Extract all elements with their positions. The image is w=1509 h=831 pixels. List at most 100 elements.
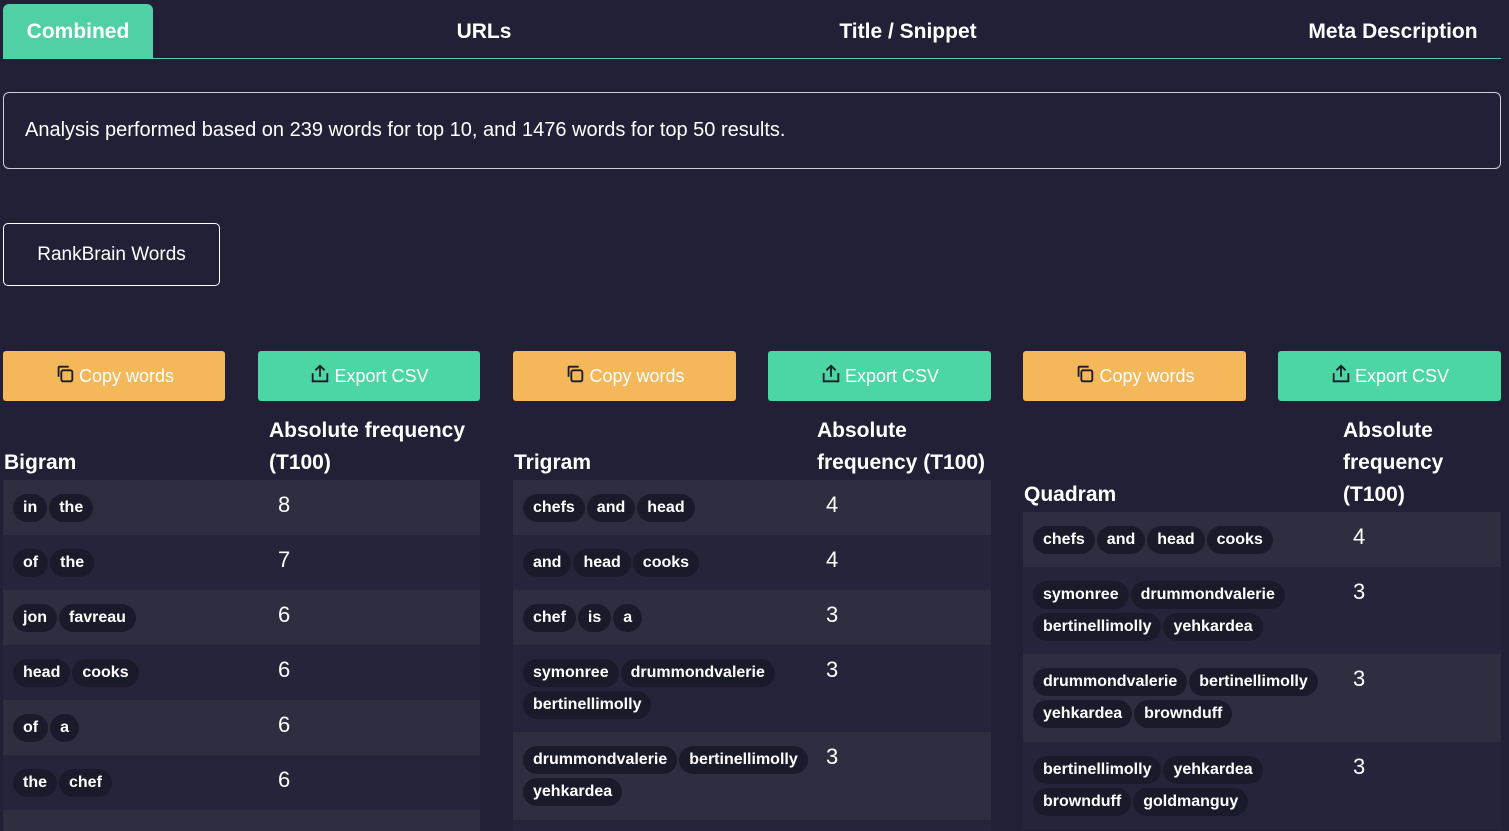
export-csv-button[interactable]: Export CSV: [1278, 351, 1501, 401]
copy-icon: [564, 363, 586, 390]
table-row: bertinellimolly yehkardea brownduff gold…: [1023, 742, 1501, 829]
frequency-value: 4: [826, 492, 839, 517]
table-body: chefs and head cooks 4 symonree drummond…: [1023, 512, 1501, 829]
word-chip: bertinellimolly: [1189, 668, 1318, 696]
word-chip: a: [50, 714, 80, 742]
table-row-partial: [3, 810, 480, 831]
word-chips: and head cooks: [523, 549, 813, 577]
frequency-header-line: (T100): [269, 451, 331, 474]
table-row: drummondvalerie bertinellimolly yehkarde…: [513, 732, 991, 820]
frequency-header-line: (T100): [1343, 483, 1405, 506]
frequency-header-line: Absolute frequency: [269, 419, 466, 442]
frequency-value: 8: [278, 492, 291, 517]
app-root: Combined URLs Title / Snippet Meta Descr…: [0, 0, 1509, 831]
rankbrain-words-button[interactable]: RankBrain Words: [3, 223, 220, 286]
word-chip: drummondvalerie: [523, 746, 678, 774]
frequency-value: 3: [826, 744, 839, 769]
table-row: jon favreau 6: [3, 590, 480, 645]
word-chip: symonree: [523, 659, 619, 687]
word-chip: chefs: [523, 494, 585, 522]
word-chip: of: [13, 714, 49, 742]
frequency-header-line: Absolute: [817, 419, 907, 442]
frequency-value: 6: [278, 602, 291, 627]
word-chip: jon: [13, 604, 57, 632]
bigram-header: Bigram: [4, 451, 77, 474]
word-chip: goldmanguy: [1133, 788, 1249, 816]
frequency-header: Absolute frequency (T100): [269, 415, 465, 479]
copy-words-button[interactable]: Copy words: [513, 351, 736, 401]
word-chips: bertinellimolly yehkardea brownduff gold…: [1033, 756, 1333, 816]
tab-title-snippet[interactable]: Title / Snippet: [808, 4, 1008, 59]
word-chip: brownduff: [1033, 788, 1132, 816]
word-chip: head: [573, 549, 631, 577]
word-chip: is: [577, 604, 612, 632]
table-row: the chef 6: [3, 755, 480, 810]
table-row: of the 7: [3, 535, 480, 590]
word-chip: head: [1147, 526, 1205, 554]
table-row: chefs and head cooks 4: [1023, 512, 1501, 567]
word-chips: of a: [13, 714, 80, 742]
word-chips: chefs and head cooks: [1033, 526, 1333, 554]
copy-words-button[interactable]: Copy words: [3, 351, 225, 401]
table-row: chefs and head 4: [513, 480, 991, 535]
word-chips: the chef: [13, 769, 112, 797]
frequency-value: 4: [1353, 524, 1366, 549]
tab-urls[interactable]: URLs: [409, 4, 559, 59]
word-chip: the: [49, 494, 94, 522]
frequency-value: 3: [1353, 754, 1366, 779]
word-chip: drummondvalerie: [1033, 668, 1188, 696]
word-chip: yehkardea: [1163, 756, 1263, 784]
word-chip: yehkardea: [1033, 700, 1133, 728]
word-chip: the: [50, 549, 95, 577]
word-chip: symonree: [1033, 581, 1129, 609]
table-row: and head cooks 4: [513, 535, 991, 590]
word-chips: in the: [13, 494, 94, 522]
word-chip: head: [13, 659, 71, 687]
copy-words-label: Copy words: [589, 365, 685, 386]
word-chips: symonree drummondvalerie bertinellimolly…: [1033, 581, 1333, 641]
word-chip: head: [637, 494, 695, 522]
copy-icon: [54, 363, 76, 390]
word-chip: and: [1096, 526, 1146, 554]
frequency-value: 4: [826, 547, 839, 572]
tab-meta-description[interactable]: Meta Description: [1293, 4, 1493, 59]
word-chip: drummondvalerie: [1130, 581, 1285, 609]
word-chip: bertinellimolly: [523, 691, 652, 719]
word-chip: chef: [523, 604, 576, 632]
table-row: drummondvalerie bertinellimolly yehkarde…: [1023, 654, 1501, 742]
word-chip: yehkardea: [1163, 613, 1263, 641]
word-chips: drummondvalerie bertinellimolly yehkarde…: [523, 746, 813, 806]
frequency-header-line: frequency: [1343, 451, 1444, 474]
word-chip: chefs: [1033, 526, 1095, 554]
word-chips: symonree drummondvalerie bertinellimolly: [523, 659, 813, 719]
word-chip: drummondvalerie: [620, 659, 775, 687]
table-row-partial: [513, 820, 991, 831]
export-csv-label: Export CSV: [844, 365, 940, 386]
word-chips: head cooks: [13, 659, 139, 687]
word-chip: of: [13, 549, 49, 577]
word-chip: cooks: [1206, 526, 1273, 554]
word-chip: bertinellimolly: [679, 746, 808, 774]
word-chip: yehkardea: [523, 778, 623, 806]
table-body: chefs and head 4 and head cooks 4 chef i…: [513, 480, 991, 831]
frequency-header-line: Absolute: [1343, 419, 1433, 442]
analysis-info-box: Analysis performed based on 239 words fo…: [3, 92, 1501, 169]
copy-words-button[interactable]: Copy words: [1023, 351, 1246, 401]
export-csv-button[interactable]: Export CSV: [258, 351, 480, 401]
frequency-header: Absolute frequency (T100): [817, 415, 985, 479]
copy-icon: [1074, 363, 1096, 390]
frequency-header: Absolute frequency (T100): [1343, 415, 1443, 511]
table-row: symonree drummondvalerie bertinellimolly…: [1023, 567, 1501, 654]
word-chips: jon favreau: [13, 604, 136, 632]
export-icon: [1330, 363, 1352, 390]
export-csv-button[interactable]: Export CSV: [768, 351, 991, 401]
copy-words-label: Copy words: [1099, 365, 1195, 386]
word-chips: chefs and head: [523, 494, 813, 522]
tab-combined[interactable]: Combined: [3, 4, 153, 59]
table-row: head cooks 6: [3, 645, 480, 700]
word-chip: brownduff: [1134, 700, 1233, 728]
word-chips: of the: [13, 549, 95, 577]
export-csv-label: Export CSV: [334, 365, 429, 386]
word-chip: bertinellimolly: [1033, 613, 1162, 641]
word-chip: a: [613, 604, 643, 632]
